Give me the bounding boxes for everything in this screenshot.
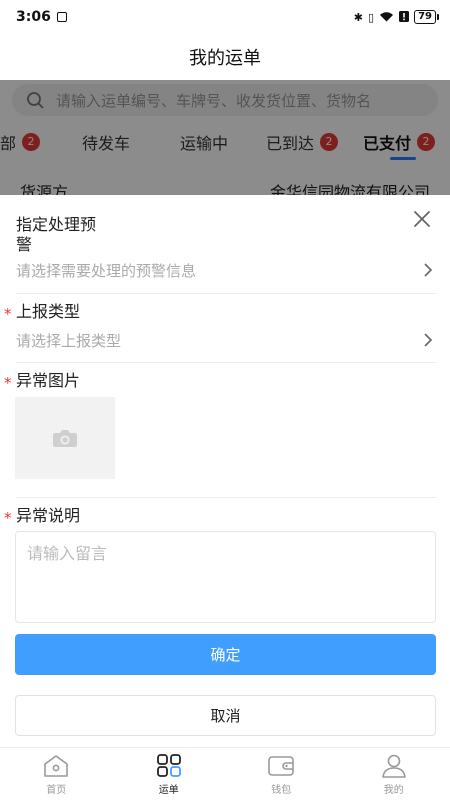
warning-label-line1: 指定处理预 [16, 215, 97, 234]
nfc-icon [56, 12, 67, 22]
battery-icon: 79 [414, 10, 439, 24]
nav-label: 我的 [383, 784, 404, 796]
orders-icon [156, 753, 181, 777]
nav-label: 首页 [46, 784, 67, 796]
page-title: 我的运单 [189, 48, 261, 69]
chevron-right-icon [424, 333, 433, 347]
cancel-button[interactable]: 取消 [15, 695, 436, 736]
camera-icon [53, 430, 77, 447]
required-mark: * [4, 509, 12, 527]
report-type-select[interactable]: 请选择上报类型 [16, 329, 434, 351]
alert-icon [399, 10, 410, 24]
warning-placeholder: 请选择需要处理的预警信息 [16, 261, 197, 280]
divider [16, 293, 436, 294]
required-mark: * [4, 305, 12, 323]
status-time: 3:06 [16, 9, 51, 25]
close-icon[interactable] [412, 209, 432, 229]
nav-profile[interactable]: 我的 [338, 748, 450, 800]
image-label: 异常图片 [16, 371, 81, 390]
nav-orders[interactable]: 运单 [113, 748, 226, 800]
divider [16, 362, 436, 363]
nav-home[interactable]: 首页 [0, 748, 113, 800]
profile-icon [381, 754, 406, 778]
bottom-nav: 首页 运单 钱包 我的 [0, 747, 450, 800]
report-type-label: 上报类型 [16, 302, 81, 321]
confirm-label: 确定 [210, 646, 241, 664]
warning-select[interactable]: 请选择需要处理的预警信息 [16, 259, 434, 281]
cancel-label: 取消 [210, 707, 241, 725]
exception-report-sheet: 指定处理预 警 请选择需要处理的预警信息 * 上报类型 请选择上报类型 * 异常… [0, 195, 450, 747]
nav-label: 运单 [158, 784, 179, 796]
warning-label-line2: 警 [16, 235, 33, 254]
description-label: 异常说明 [16, 506, 81, 525]
description-textarea[interactable]: 请输入留言 [15, 531, 436, 623]
status-icons: ✱ ▯ 79 [353, 10, 439, 24]
modal-overlay[interactable] [0, 80, 450, 195]
wallet-icon [268, 755, 295, 776]
home-icon [44, 754, 69, 777]
required-mark: * [4, 374, 12, 392]
confirm-button[interactable]: 确定 [15, 634, 436, 675]
nav-label: 钱包 [271, 784, 292, 796]
chevron-right-icon [424, 263, 433, 277]
report-type-placeholder: 请选择上报类型 [16, 331, 122, 350]
nav-wallet[interactable]: 钱包 [225, 748, 338, 800]
divider [16, 497, 436, 498]
warning-label: 指定处理预 警 [16, 215, 96, 255]
status-bar: 3:06 ✱ ▯ 79 [0, 0, 450, 34]
wifi-icon [379, 11, 394, 24]
image-upload[interactable] [15, 397, 115, 479]
header: 我的运单 [0, 34, 450, 80]
description-placeholder: 请输入留言 [27, 544, 108, 563]
vibrate-icon: ▯ [368, 10, 375, 24]
bluetooth-icon: ✱ [353, 10, 364, 24]
